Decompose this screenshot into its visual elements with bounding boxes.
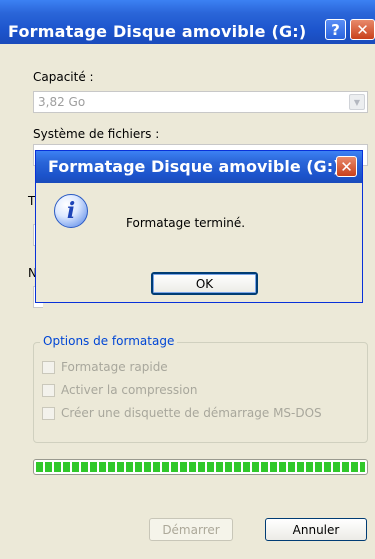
start-button[interactable]: Démarrer [149,518,233,541]
filesystem-label: Système de fichiers : [33,127,160,141]
capacity-label: Capacité : [33,70,94,84]
cancel-button-label: Annuler [292,522,340,537]
info-icon-glyph: i [66,198,76,224]
quick-format-checkbox[interactable] [42,360,55,374]
close-button[interactable]: ✕ [350,19,375,40]
format-complete-dialog: Formatage Disque amovible (G:) ✕ i Forma… [35,150,363,303]
format-options-title: Options de formatage [40,334,178,348]
progress-fill [36,462,365,472]
message-close-button[interactable]: ✕ [336,156,357,177]
format-dialog-title: Formatage Disque amovible (G:) [8,22,307,41]
help-icon: ? [331,20,340,39]
ok-button-label: OK [195,276,214,291]
ok-button[interactable]: OK [151,272,258,295]
msdos-boot-option[interactable]: Créer une disquette de démarrage MS-DOS [42,405,322,421]
close-icon: ✕ [356,20,369,39]
compression-label: Activer la compression [61,383,198,397]
format-progress-bar [33,459,368,475]
format-dialog-titlebar[interactable]: Formatage Disque amovible (G:) ? ✕ [0,0,375,44]
capacity-select[interactable]: 3,82 Go ▼ [33,91,368,113]
msdos-boot-checkbox[interactable] [42,406,55,420]
start-button-label: Démarrer [162,522,220,537]
cancel-button[interactable]: Annuler [265,518,367,541]
msdos-boot-label: Créer une disquette de démarrage MS-DOS [61,406,322,420]
chevron-down-icon[interactable]: ▼ [349,94,365,110]
capacity-value: 3,82 Go [38,95,86,109]
message-titlebar[interactable]: Formatage Disque amovible (G:) ✕ [36,151,362,183]
quick-format-label: Formatage rapide [61,360,168,374]
info-icon: i [54,194,88,228]
quick-format-option[interactable]: Formatage rapide [42,359,168,375]
close-icon: ✕ [340,157,353,176]
message-title: Formatage Disque amovible (G:) [48,157,341,176]
compression-checkbox[interactable] [42,383,55,397]
message-text: Formatage terminé. [126,216,246,230]
compression-option[interactable]: Activer la compression [42,382,197,398]
help-button[interactable]: ? [325,19,346,40]
